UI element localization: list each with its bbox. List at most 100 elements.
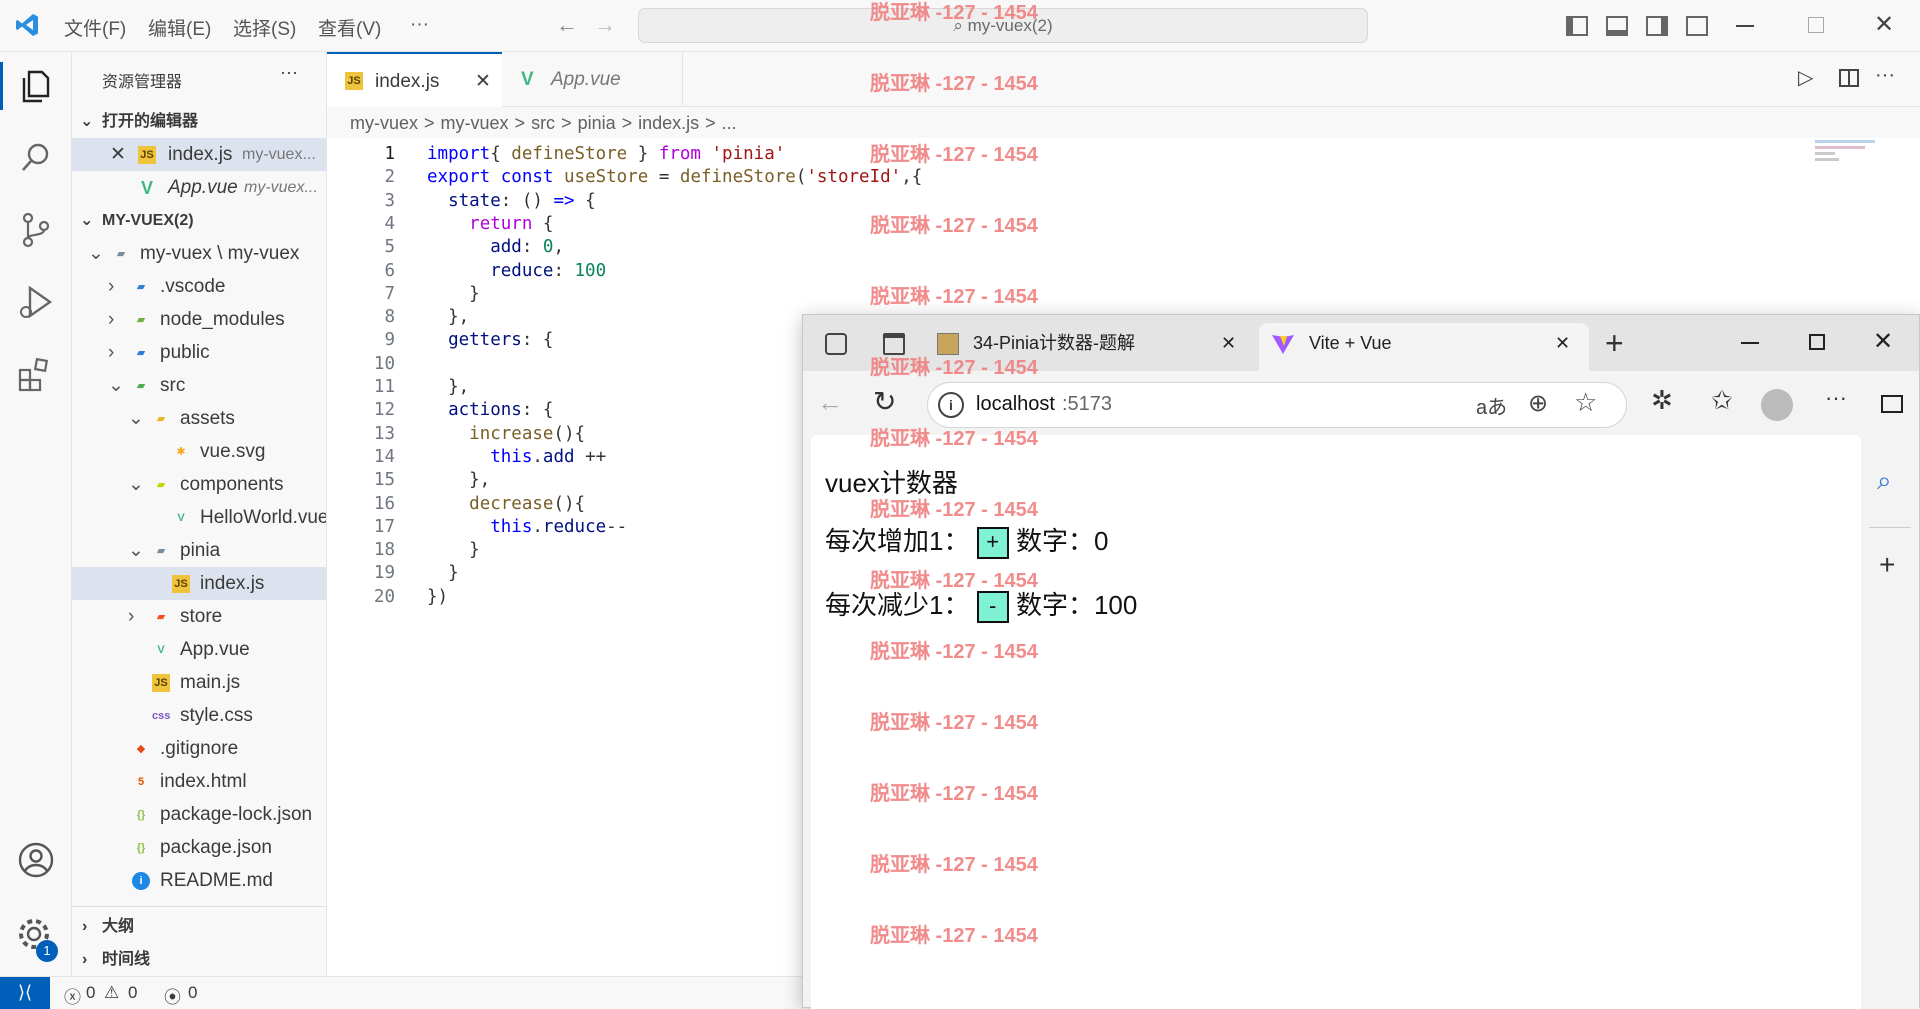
close-icon[interactable]: ✕ [110, 138, 126, 171]
increase-button[interactable]: + [976, 527, 1009, 560]
tree-item[interactable]: › ▰ .vscode [72, 270, 326, 303]
maximize-icon[interactable] [1809, 334, 1825, 350]
toggle-secondary-sidebar-icon[interactable] [1646, 16, 1668, 36]
warning-icon[interactable]: ⚠ [104, 983, 119, 1003]
forward-arrow-icon[interactable]: → [594, 12, 616, 38]
new-tab-icon[interactable]: + [1605, 323, 1624, 363]
breadcrumb-item[interactable]: src [531, 113, 555, 133]
tree-item[interactable]: i README.md [72, 864, 326, 897]
favorite-star-icon[interactable]: ☆ [1574, 387, 1597, 418]
watermark-text: 脱亚琳 -127 - 1454 [870, 641, 1038, 663]
menu-file[interactable]: 文件(F) [64, 14, 126, 41]
errors-count[interactable]: 0 [86, 983, 95, 1003]
restore-icon[interactable] [1808, 17, 1824, 33]
close-tab-icon[interactable]: ✕ [475, 54, 491, 109]
refresh-icon[interactable]: ↻ [873, 385, 896, 418]
tree-item[interactable]: ⌄ ▰ assets [72, 402, 326, 435]
decrease-button[interactable]: - [976, 591, 1009, 624]
tree-item[interactable]: V HelloWorld.vue [72, 501, 326, 534]
add-icon[interactable]: + [1879, 549, 1895, 581]
minimize-icon[interactable] [1736, 25, 1754, 27]
sidebar-toggle-icon[interactable] [1881, 395, 1903, 413]
tree-item[interactable]: › ▰ store [72, 600, 326, 633]
source-control-icon[interactable] [14, 208, 58, 252]
line-number: 3 [384, 190, 395, 211]
search-icon[interactable] [14, 136, 58, 180]
account-icon[interactable] [14, 838, 58, 882]
tree-item[interactable]: ✱ vue.svg [72, 435, 326, 468]
zoom-icon[interactable]: ⊕ [1528, 389, 1548, 418]
breadcrumb-item[interactable]: ... [722, 113, 737, 133]
line-number: 9 [384, 330, 395, 351]
code-token: add [490, 237, 522, 258]
number-label: 数字： [1015, 526, 1094, 556]
extensions-icon[interactable] [14, 352, 58, 396]
tree-item[interactable]: {} package-lock.json [72, 798, 326, 831]
project-header[interactable]: ⌄ MY-VUEX(2) [72, 204, 326, 237]
explorer-icon[interactable] [14, 64, 58, 108]
back-arrow-icon[interactable]: ← [817, 387, 843, 418]
close-tab-icon[interactable]: ✕ [1555, 323, 1570, 363]
tree-item[interactable]: JS index.js [72, 567, 326, 600]
open-editors-header[interactable]: ⌄ 打开的编辑器 [72, 105, 326, 138]
toggle-panel-icon[interactable] [1606, 16, 1628, 36]
tree-item[interactable]: ⌄ ▰ components [72, 468, 326, 501]
open-editor-app-vue[interactable]: V App.vue my-vuex... [72, 171, 326, 204]
run-debug-icon[interactable] [14, 280, 58, 324]
split-editor-icon[interactable] [1839, 69, 1859, 87]
minimap[interactable] [1787, 138, 1907, 178]
tab-index-js[interactable]: JS index.js ✕ [327, 52, 502, 107]
tree-item[interactable]: V App.vue [72, 633, 326, 666]
read-aloud-icon[interactable]: aあ [1476, 391, 1507, 420]
code-line: }, [427, 307, 469, 327]
menu-edit[interactable]: 编辑(E) [148, 14, 211, 41]
menu-more[interactable]: ··· [410, 14, 429, 36]
more-actions-icon[interactable]: ··· [1875, 64, 1895, 87]
tree-item[interactable]: {} package.json [72, 831, 326, 864]
site-info-icon[interactable]: i [938, 392, 964, 418]
ports-icon[interactable]: ⦿ [164, 983, 181, 1008]
customize-layout-icon[interactable] [1686, 16, 1708, 36]
profile-avatar[interactable] [1761, 389, 1793, 421]
chevron-right-icon: › [128, 606, 135, 627]
minimize-icon[interactable] [1741, 342, 1759, 344]
warnings-count[interactable]: 0 [128, 983, 137, 1003]
tree-item[interactable]: ⌄ ▰ my-vuex \ my-vuex [72, 237, 326, 270]
tab-app-vue[interactable]: V App.vue [503, 52, 683, 107]
sidebar-more-icon[interactable]: ··· [280, 62, 298, 83]
tree-item[interactable]: 5 index.html [72, 765, 326, 798]
tree-item[interactable]: ⌄ ▰ pinia [72, 534, 326, 567]
close-window-icon[interactable]: ✕ [1873, 327, 1893, 356]
timeline-header[interactable]: › 时间线 [72, 943, 326, 976]
tree-item-label: package-lock.json [160, 804, 313, 825]
back-arrow-icon[interactable]: ← [556, 12, 578, 38]
open-editor-index-js[interactable]: ✕ JS index.js my-vuex... [72, 138, 326, 171]
menu-view[interactable]: 查看(V) [318, 14, 381, 41]
tree-item[interactable]: ◆ .gitignore [72, 732, 326, 765]
toggle-sidebar-icon[interactable] [1566, 16, 1588, 36]
breadcrumb-item[interactable]: my-vuex [441, 113, 509, 133]
code-token: (){ [553, 423, 586, 444]
breadcrumb-item[interactable]: index.js [638, 113, 699, 133]
settings-more-icon[interactable]: ··· [1825, 385, 1847, 411]
search-icon[interactable]: ⌕ [1877, 465, 1892, 497]
outline-header[interactable]: › 大纲 [72, 910, 326, 943]
run-icon[interactable]: ▷ [1798, 65, 1813, 90]
breadcrumb-item[interactable]: pinia [578, 113, 616, 133]
tree-item[interactable]: ⌄ ▰ src [72, 369, 326, 402]
tree-item[interactable]: › ▰ node_modules [72, 303, 326, 336]
menu-selection[interactable]: 选择(S) [233, 14, 296, 41]
browser-tab-vite-vue[interactable]: Vite + Vue ✕ [1259, 323, 1589, 371]
tree-item[interactable]: › ▰ public [72, 336, 326, 369]
errors-icon[interactable]: ⓧ [64, 983, 81, 1008]
tree-item[interactable]: JS main.js [72, 666, 326, 699]
extensions-icon[interactable]: ✲ [1651, 385, 1673, 416]
close-tab-icon[interactable]: ✕ [1221, 323, 1236, 363]
tree-item[interactable]: css style.css [72, 699, 326, 732]
breadcrumb-item[interactable]: my-vuex [350, 113, 418, 133]
remote-indicator-icon[interactable]: ⟩⟨ [0, 977, 50, 1009]
tab-actions-icon[interactable] [825, 333, 847, 355]
favorites-icon[interactable]: ✩ [1711, 385, 1733, 416]
ports-count[interactable]: 0 [188, 983, 197, 1003]
close-window-icon[interactable]: ✕ [1874, 10, 1894, 39]
